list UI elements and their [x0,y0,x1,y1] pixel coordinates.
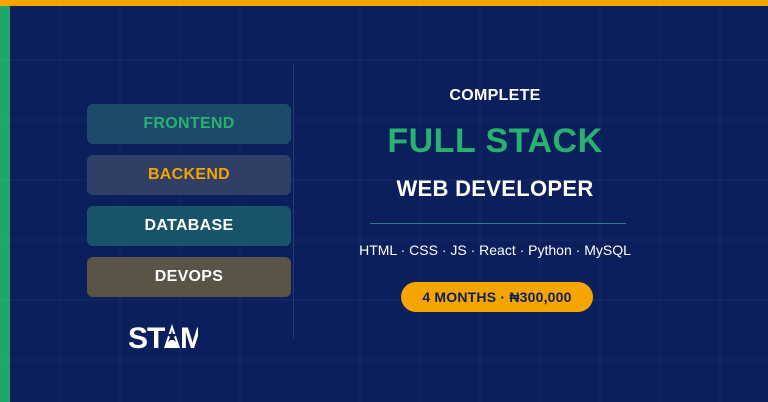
horizontal-divider [370,223,626,224]
track-database: DATABASE [87,206,291,246]
vertical-divider [293,64,294,338]
track-backend: BACKEND [87,155,291,195]
tech-stack-list: HTML · CSS · JS · React · Python · MySQL [359,242,631,258]
svg-text:M: M [180,322,198,352]
headline-title: FULL STACK [387,122,603,160]
top-accent-bar [0,0,768,6]
headline-subtitle: WEB DEVELOPER [396,176,594,201]
headline-kicker: COMPLETE [449,87,541,104]
duration-price-badge[interactable]: 4 MONTHS · ₦300,000 [401,282,593,312]
left-accent-bar [0,6,10,402]
course-banner: FRONTEND BACKEND DATABASE DEVOPS ST M CO… [0,0,768,402]
stam-logo: ST M [128,320,205,355]
track-frontend: FRONTEND [87,104,291,144]
track-devops: DEVOPS [87,257,291,297]
svg-text:ST: ST [128,322,165,352]
